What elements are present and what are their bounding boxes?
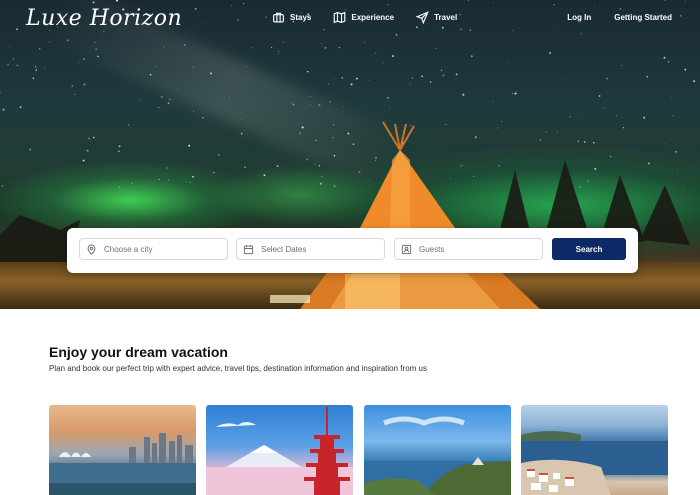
destination-card-sydney[interactable] bbox=[49, 405, 196, 495]
city-input[interactable]: Choose a city bbox=[79, 238, 228, 260]
guests-placeholder: Guests bbox=[419, 244, 445, 254]
dates-placeholder: Select Dates bbox=[261, 244, 307, 254]
section-title: Enjoy your dream vacation bbox=[49, 344, 228, 360]
destination-card-coast[interactable] bbox=[364, 405, 511, 495]
brand-logo[interactable]: Luxe Horizon bbox=[26, 6, 182, 31]
calendar-icon bbox=[243, 244, 254, 254]
pagoda-image bbox=[206, 407, 353, 495]
get-started-link[interactable]: Getting Started bbox=[614, 13, 672, 22]
city-skyline-image bbox=[49, 433, 196, 495]
search-bar: Choose a city Select Dates Guests Search bbox=[67, 228, 638, 273]
guest-icon bbox=[401, 244, 412, 254]
nav-item-label: Experience bbox=[351, 13, 395, 22]
destination-card-harbor[interactable] bbox=[521, 405, 668, 495]
destination-card-japan[interactable] bbox=[206, 405, 353, 495]
nav-item-label: Travel bbox=[434, 13, 458, 22]
nav-item-stays[interactable]: Stays bbox=[272, 11, 311, 24]
nav-item-label: Stays bbox=[290, 13, 312, 22]
map-icon bbox=[334, 11, 346, 24]
nav-item-experience[interactable]: Experience bbox=[333, 11, 394, 24]
login-link[interactable]: Log In bbox=[567, 13, 591, 22]
location-pin-icon bbox=[87, 244, 96, 255]
coastline-image bbox=[364, 416, 511, 495]
auth-links: Log In Getting Started bbox=[567, 13, 672, 22]
search-button[interactable]: Search bbox=[552, 238, 626, 260]
harbor-town-image bbox=[521, 431, 668, 495]
city-placeholder: Choose a city bbox=[104, 244, 153, 254]
main-nav: Stays Experience Travel bbox=[272, 11, 457, 24]
guests-input[interactable]: Guests bbox=[394, 238, 543, 260]
dates-input[interactable]: Select Dates bbox=[236, 238, 385, 260]
nav-item-travel[interactable]: Travel bbox=[416, 11, 457, 24]
section-subtitle: Plan and book our perfect trip with expe… bbox=[49, 364, 427, 373]
send-icon bbox=[416, 11, 429, 24]
briefcase-icon bbox=[273, 12, 284, 23]
